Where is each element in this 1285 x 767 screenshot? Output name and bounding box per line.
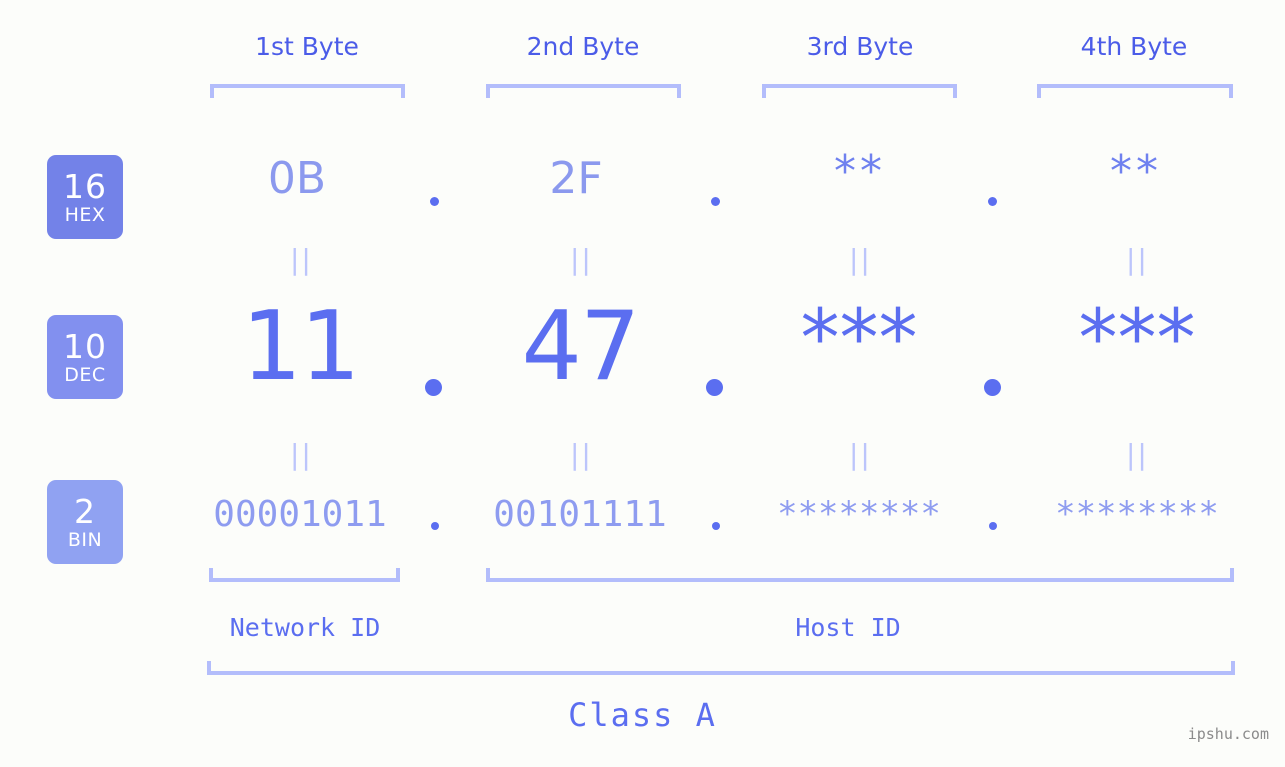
byte-header-4: 4th Byte bbox=[1080, 32, 1188, 61]
bin-byte-2: 00101111 bbox=[493, 494, 667, 535]
equals-mark-dec-bin-3: || bbox=[849, 438, 872, 471]
equals-mark-dec-bin-2: || bbox=[570, 438, 593, 471]
byte-bracket-top-3 bbox=[762, 84, 957, 98]
hex-dot-separator-2 bbox=[711, 197, 720, 206]
hex-byte-4: ** bbox=[1110, 146, 1162, 197]
byte-header-3: 3rd Byte bbox=[806, 32, 914, 61]
equals-mark-hex-dec-1: || bbox=[290, 243, 313, 276]
equals-mark-dec-bin-4: || bbox=[1126, 438, 1149, 471]
hex-byte-2: 2F bbox=[549, 153, 603, 204]
network-id-label: Network ID bbox=[229, 613, 381, 642]
base-badge-dec-number: 10 bbox=[63, 326, 107, 366]
dec-dot-separator-1 bbox=[425, 379, 442, 396]
class-label: Class A bbox=[568, 696, 717, 734]
base-badge-hex: 16 HEX bbox=[47, 155, 123, 239]
bin-byte-4: ******** bbox=[1055, 494, 1219, 534]
byte-header-1: 1st Byte bbox=[255, 32, 359, 61]
bin-byte-1: 00001011 bbox=[213, 494, 387, 535]
byte-header-2: 2nd Byte bbox=[526, 32, 640, 61]
equals-mark-hex-dec-3: || bbox=[849, 243, 872, 276]
equals-mark-hex-dec-4: || bbox=[1126, 243, 1149, 276]
base-badge-hex-number: 16 bbox=[63, 166, 107, 206]
dec-dot-separator-3 bbox=[984, 379, 1001, 396]
hex-byte-1: 0B bbox=[267, 153, 327, 204]
dec-byte-1: 11 bbox=[241, 292, 361, 402]
dec-byte-4: *** bbox=[1078, 294, 1196, 384]
dec-byte-3: *** bbox=[800, 294, 918, 384]
class-bracket bbox=[207, 661, 1235, 675]
base-badge-bin: 2 BIN bbox=[47, 480, 123, 564]
bin-dot-separator-2 bbox=[712, 522, 720, 530]
base-badge-hex-label: HEX bbox=[64, 203, 106, 226]
bin-byte-3: ******** bbox=[777, 494, 941, 534]
base-badge-bin-label: BIN bbox=[67, 528, 103, 551]
hex-dot-separator-1 bbox=[430, 197, 439, 206]
base-badge-dec-label: DEC bbox=[64, 363, 106, 386]
base-badge-bin-number: 2 bbox=[74, 491, 96, 531]
site-watermark: ipshu.com bbox=[1187, 725, 1269, 743]
byte-bracket-top-1 bbox=[210, 84, 405, 98]
host-id-bracket bbox=[486, 568, 1234, 582]
dec-byte-2: 47 bbox=[521, 292, 641, 402]
dec-dot-separator-2 bbox=[706, 379, 723, 396]
ip-address-breakdown-diagram: 1st Byte 2nd Byte 3rd Byte 4th Byte 16 H… bbox=[0, 0, 1285, 767]
hex-dot-separator-3 bbox=[988, 197, 997, 206]
equals-mark-dec-bin-1: || bbox=[290, 438, 313, 471]
byte-bracket-top-2 bbox=[486, 84, 681, 98]
equals-mark-hex-dec-2: || bbox=[570, 243, 593, 276]
host-id-label: Host ID bbox=[795, 613, 901, 642]
base-badge-dec: 10 DEC bbox=[47, 315, 123, 399]
bin-dot-separator-1 bbox=[431, 522, 439, 530]
bin-dot-separator-3 bbox=[989, 522, 997, 530]
hex-byte-3: ** bbox=[834, 146, 886, 197]
byte-bracket-top-4 bbox=[1037, 84, 1233, 98]
network-id-bracket bbox=[209, 568, 400, 582]
